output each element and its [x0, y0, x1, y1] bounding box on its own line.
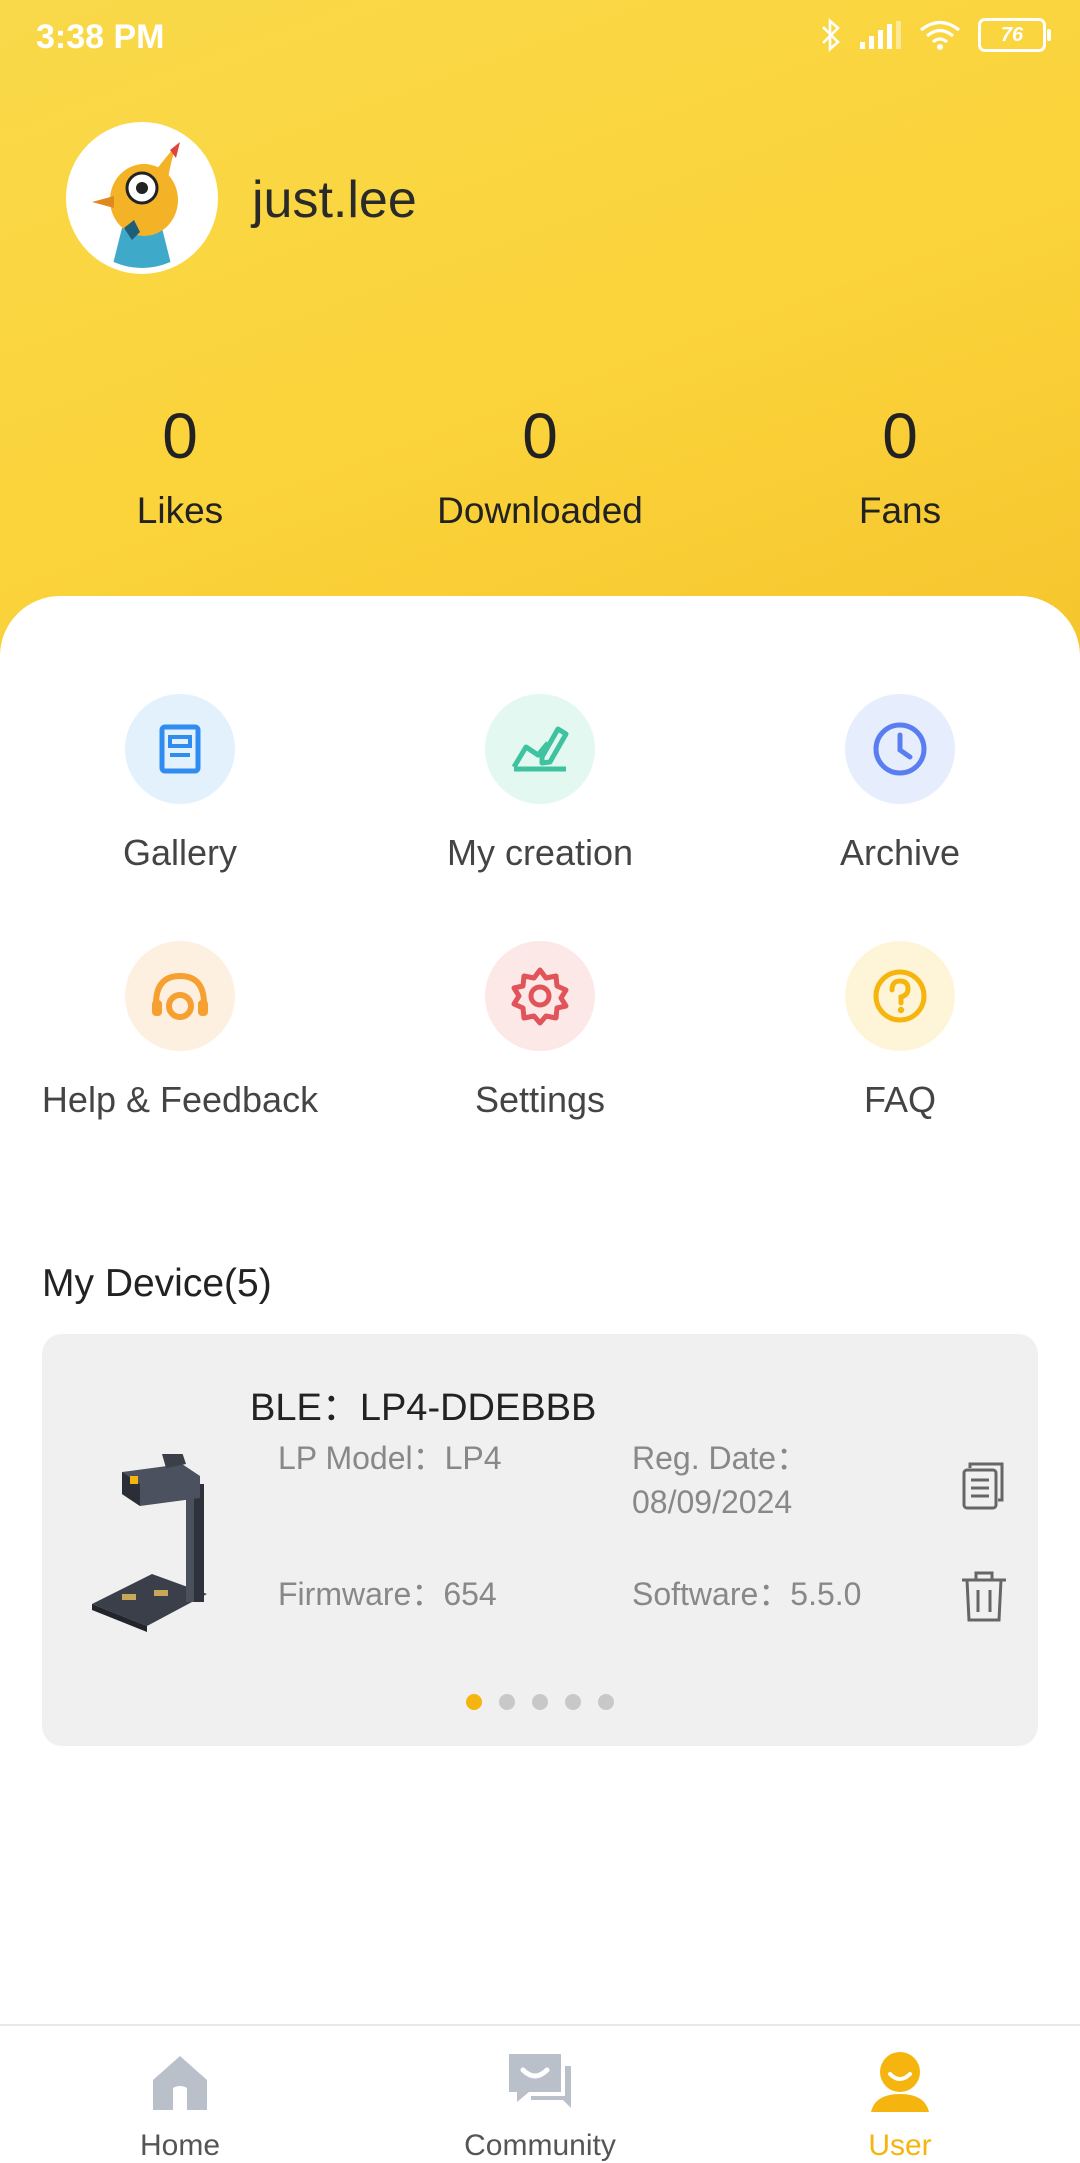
signal-icon [860, 21, 901, 49]
laser-engraver-icon [92, 1454, 207, 1632]
downloaded-count: 0 [522, 400, 558, 472]
likes-count: 0 [162, 400, 198, 472]
profile-header: 3:38 PM 76 just.lee 0 Likes 0 Downloaded… [0, 0, 1080, 660]
menu-help-feedback[interactable]: Help & Feedback [0, 941, 360, 1121]
battery-indicator: 76 [978, 18, 1051, 52]
fans-count: 0 [882, 400, 918, 472]
pager-dot[interactable] [532, 1694, 548, 1710]
bluetooth-icon [822, 18, 840, 52]
gear-icon [485, 941, 595, 1051]
nav-user-label: User [868, 2129, 932, 2162]
username: just.lee [252, 171, 417, 229]
clock-icon [845, 694, 955, 804]
downloaded-label: Downloaded [437, 490, 643, 531]
status-bar: 3:38 PM 76 [0, 0, 1080, 80]
nav-user[interactable]: User [720, 2026, 1080, 2162]
menu-settings[interactable]: Settings [360, 941, 720, 1121]
headset-icon [125, 941, 235, 1051]
my-device-title: My Device(5) [42, 1262, 272, 1305]
device-software: Software：5.5.0 [632, 1576, 862, 1612]
fans-label: Fans [858, 490, 942, 531]
user-icon [871, 2052, 929, 2112]
device-reg-date: 08/09/2024 [632, 1484, 793, 1520]
device-model: LP Model：LP4 [278, 1440, 502, 1476]
nav-community[interactable]: Community [360, 2026, 720, 2162]
pager-dot[interactable] [466, 1694, 482, 1710]
menu-gallery-label: Gallery [122, 832, 238, 873]
likes-label: Likes [136, 490, 224, 531]
device-reg-date-label: Reg. Date： [632, 1440, 809, 1476]
trash-icon[interactable] [956, 1568, 1012, 1624]
menu-archive-label: Archive [839, 832, 961, 873]
home-icon [153, 2056, 207, 2110]
device-firmware: Firmware：654 [278, 1576, 497, 1612]
content-panel: Gallery My creation Archive Help & Feedb… [0, 596, 1080, 2026]
stat-fans[interactable]: 0 Fans [750, 400, 1050, 532]
menu-archive[interactable]: Archive [720, 694, 1080, 874]
status-icons: 76 [820, 18, 1051, 52]
bottom-nav: Home Community User [0, 2024, 1080, 2162]
community-icon [509, 2054, 571, 2108]
wifi-icon [920, 20, 960, 50]
nav-community-label: Community [464, 2129, 616, 2162]
nav-home[interactable]: Home [0, 2026, 360, 2162]
pen-icon [485, 694, 595, 804]
nav-home-label: Home [139, 2129, 221, 2162]
pager-dot[interactable] [499, 1694, 515, 1710]
menu-help-feedback-label: Help & Feedback [41, 1079, 319, 1120]
avatar[interactable] [66, 122, 218, 274]
gallery-icon [125, 694, 235, 804]
status-time: 3:38 PM [36, 18, 165, 56]
menu-gallery[interactable]: Gallery [0, 694, 360, 874]
device-name: BLE：LP4-DDEBBB [250, 1387, 597, 1429]
device-pager[interactable] [42, 1694, 1038, 1710]
question-icon [845, 941, 955, 1051]
stat-downloaded[interactable]: 0 Downloaded [390, 400, 690, 532]
menu-settings-label: Settings [474, 1079, 606, 1120]
pager-dot[interactable] [565, 1694, 581, 1710]
pager-dot[interactable] [598, 1694, 614, 1710]
menu-my-creation-label: My creation [446, 832, 634, 873]
bird-avatar-icon [92, 142, 180, 268]
menu-faq[interactable]: FAQ [720, 941, 1080, 1121]
menu-faq-label: FAQ [863, 1079, 937, 1120]
copy-icon[interactable] [956, 1458, 1012, 1514]
device-card[interactable]: BLE：LP4-DDEBBB LP Model：LP4 Reg. Date： 0… [42, 1334, 1038, 1746]
menu-my-creation[interactable]: My creation [360, 694, 720, 874]
stat-likes[interactable]: 0 Likes [30, 400, 330, 532]
